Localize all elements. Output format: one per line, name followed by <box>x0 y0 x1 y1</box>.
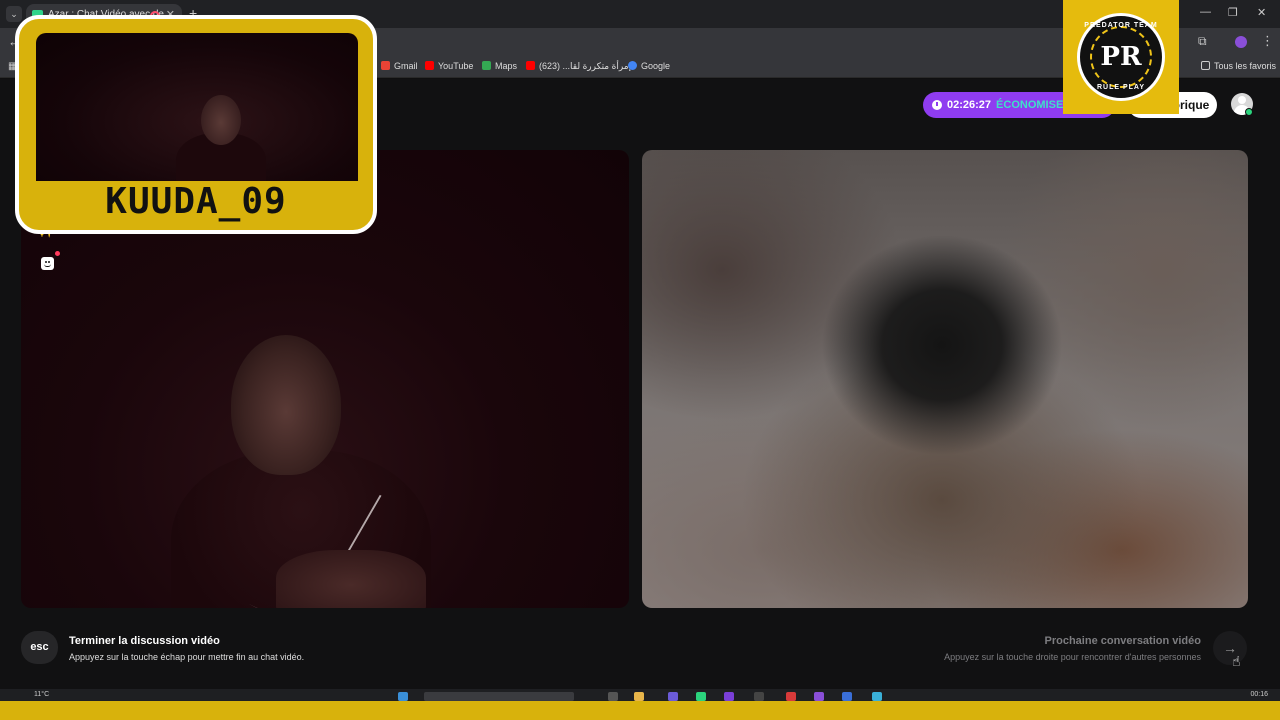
taskbar-search-icon[interactable] <box>424 692 574 701</box>
badge-monogram: PR <box>1100 42 1142 72</box>
tab-list-chevron-icon[interactable]: ⌄ <box>6 6 22 22</box>
next-chat-title: Prochaine conversation vidéo <box>1044 635 1202 647</box>
timer-value: 02:26:27 <box>947 99 992 111</box>
peer-camera-video-blurred <box>642 150 1248 608</box>
teams-icon[interactable] <box>668 692 678 701</box>
close-window-button[interactable]: ✕ <box>1257 6 1266 19</box>
streamer-webcam-overlay: KUUDA_09 <box>15 15 377 234</box>
gmail-icon <box>381 61 390 70</box>
esc-key-button[interactable]: esc <box>21 631 58 664</box>
maps-icon <box>482 61 491 70</box>
bookmark-youtube[interactable]: YouTube <box>425 61 473 71</box>
next-chat-hint: Appuyez sur la touche droite pour rencon… <box>944 652 1201 662</box>
windows-taskbar: 11°C 00:16 <box>0 689 1280 701</box>
team-badge-icon: PREDATOR TEAM PR RULE PLAY <box>1077 13 1165 101</box>
all-bookmarks-folder[interactable]: Tous les favoris <box>1201 61 1276 71</box>
sticker-face-icon[interactable] <box>41 257 54 270</box>
maximize-button[interactable]: ❐ <box>1228 6 1238 19</box>
start-icon[interactable] <box>398 692 408 701</box>
minimize-button[interactable]: — <box>1200 6 1211 18</box>
notification-dot <box>55 251 60 256</box>
arrow-right-icon[interactable]: → <box>1213 631 1247 665</box>
task-view-icon[interactable] <box>608 692 618 701</box>
app-icon[interactable] <box>754 692 764 701</box>
team-logo-overlay: PREDATOR TEAM PR RULE PLAY <box>1063 0 1179 114</box>
end-chat-title: Terminer la discussion vidéo <box>69 635 220 647</box>
streamer-face <box>201 95 241 145</box>
streamer-name: KUUDA_09 <box>105 181 287 222</box>
profile-extension-icon[interactable] <box>1235 36 1247 48</box>
bookmark-google[interactable]: Google <box>628 61 670 71</box>
end-chat-hint: Appuyez sur la touche échap pour mettre … <box>69 652 305 662</box>
app-icon[interactable] <box>724 692 734 701</box>
sticker-eye <box>45 261 47 263</box>
avatar-head <box>1238 96 1246 104</box>
bookmark-youtube-video[interactable]: إمرأة متكررة لقا... (623) <box>526 61 631 72</box>
online-status-dot <box>1245 108 1253 116</box>
folder-icon <box>1201 61 1210 70</box>
file-explorer-icon[interactable] <box>634 692 644 701</box>
sticker-mouth <box>44 264 51 267</box>
sticker-eye <box>48 261 50 263</box>
bookmark-maps[interactable]: Maps <box>482 61 517 71</box>
recorder-icon[interactable] <box>786 692 796 701</box>
badge-top-text: PREDATOR TEAM <box>1084 22 1158 29</box>
whatsapp-icon[interactable] <box>696 692 706 701</box>
youtube-icon <box>526 61 535 70</box>
google-icon <box>628 61 637 70</box>
self-hand <box>276 550 426 608</box>
hand-cursor-icon: ☝ <box>1232 653 1241 669</box>
promo-text: ÉCONOMISE T <box>996 99 1074 111</box>
system-clock[interactable]: 00:16 <box>1250 691 1268 698</box>
browser-taskbar-icon[interactable] <box>814 692 824 701</box>
badge-bottom-text: RULE PLAY <box>1096 84 1146 91</box>
weather-widget[interactable]: 11°C <box>34 691 49 698</box>
clock-icon <box>932 100 942 110</box>
stream-bottom-bar <box>0 701 1280 720</box>
extensions-puzzle-icon[interactable]: ⧉ <box>1198 34 1207 49</box>
youtube-icon <box>425 61 434 70</box>
app-icon[interactable] <box>872 692 882 701</box>
app-icon[interactable] <box>842 692 852 701</box>
browser-menu-icon[interactable]: ⋮ <box>1261 33 1274 49</box>
bookmark-gmail[interactable]: Gmail <box>381 61 418 71</box>
streamer-webcam-feed <box>36 33 358 181</box>
